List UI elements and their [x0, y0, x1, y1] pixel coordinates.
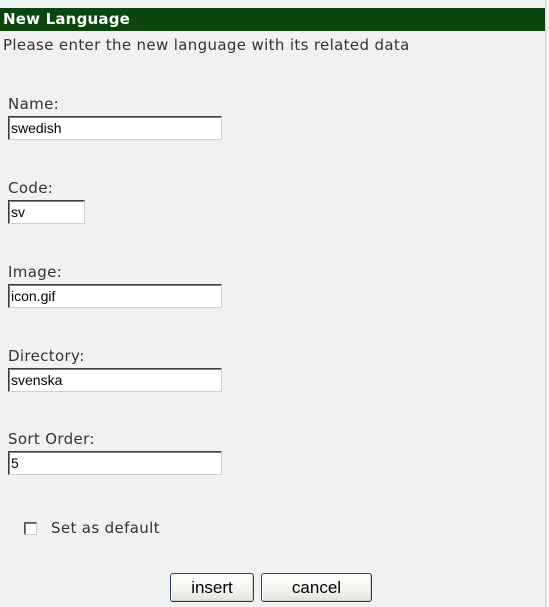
name-label: Name:	[8, 95, 60, 113]
sort-order-label: Sort Order:	[8, 430, 95, 448]
code-field-group: Code:	[8, 179, 85, 224]
sort-order-input[interactable]	[8, 451, 222, 475]
directory-label: Directory:	[8, 347, 85, 365]
cancel-button[interactable]: cancel	[261, 573, 372, 602]
insert-button[interactable]: insert	[170, 573, 254, 602]
image-label: Image:	[8, 263, 63, 281]
image-input[interactable]	[8, 284, 222, 308]
button-bar: insert cancel	[170, 573, 372, 602]
dialog-panel: New Language Please enter the new langua…	[0, 0, 549, 607]
dialog-intro: Please enter the new language with its r…	[3, 36, 410, 54]
set-default-row: Set as default	[24, 519, 160, 537]
name-field-group: Name:	[8, 95, 222, 140]
directory-input[interactable]	[8, 368, 222, 392]
set-default-label: Set as default	[51, 519, 160, 537]
dialog-title: New Language	[0, 8, 545, 31]
code-label: Code:	[8, 179, 54, 197]
sort-order-field-group: Sort Order:	[8, 430, 222, 475]
directory-field-group: Directory:	[8, 347, 222, 392]
set-default-checkbox[interactable]	[24, 521, 37, 535]
code-input[interactable]	[8, 200, 85, 224]
name-input[interactable]	[8, 116, 222, 140]
image-field-group: Image:	[8, 263, 222, 308]
